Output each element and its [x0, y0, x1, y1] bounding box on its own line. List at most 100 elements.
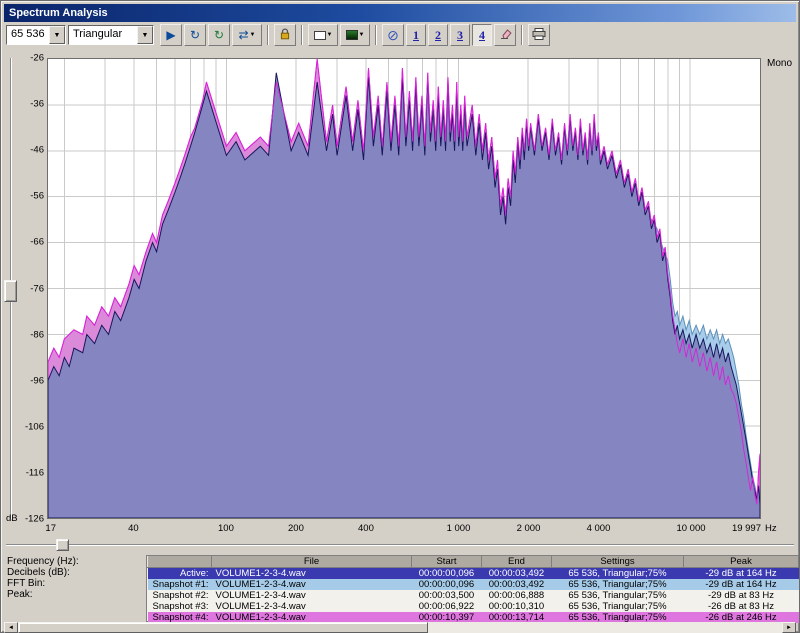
header-spacer: [147, 556, 212, 568]
refresh-button[interactable]: ↻: [184, 24, 206, 46]
row-label[interactable]: Snapshot #3:: [148, 601, 212, 612]
y-tick-label: -56: [30, 190, 44, 202]
cell-settings[interactable]: 65 536, Triangular;75%: [552, 568, 684, 580]
sync-options-button[interactable]: ⇄ ▼: [232, 24, 262, 46]
eraser-icon: [499, 28, 512, 42]
snapshot-1-button[interactable]: 1: [406, 24, 426, 46]
fft-size-dropdown-button[interactable]: ▼: [49, 26, 65, 44]
snapshot-1-label: 1: [413, 27, 419, 42]
cell-start[interactable]: 00:00:03,500: [412, 590, 482, 601]
cell-settings[interactable]: 65 536, Triangular;75%: [552, 590, 684, 601]
cell-file[interactable]: VOLUME1-2-3-4.wav: [212, 590, 412, 601]
cell-peak[interactable]: -26 dB at 83 Hz: [684, 601, 799, 612]
column-header: Start: [411, 556, 482, 568]
fft-size-combobox[interactable]: 65 536 ▼: [6, 25, 66, 45]
y-tick-label: -86: [30, 329, 44, 341]
auto-refresh-button[interactable]: ↻: [208, 24, 230, 46]
snapshot-4-button[interactable]: 4: [472, 24, 492, 46]
scroll-left-button[interactable]: ◄: [4, 622, 18, 633]
chevron-down-icon: ▼: [141, 31, 149, 39]
chart-area: -26 -36 -46 -56 -66 -76 -86 -96 -106 -116 -126 Mon…: [1, 47, 800, 539]
y-tick-label: -46: [30, 144, 44, 156]
cell-start[interactable]: 00:00:00,096: [412, 568, 482, 580]
snapshot-2-button[interactable]: 2: [428, 24, 448, 46]
scrollbar-thumb[interactable]: [18, 622, 428, 633]
x-tick-label: 17: [45, 523, 56, 534]
monitor-button[interactable]: ▶: [160, 24, 182, 46]
graph-type-button[interactable]: ▼: [308, 24, 338, 46]
x-tick-label: 1 000: [446, 523, 471, 534]
snapshot-3-button[interactable]: 3: [450, 24, 470, 46]
column-header: File: [211, 556, 412, 568]
title-bar[interactable]: Spectrum Analysis: [4, 4, 796, 22]
spectrum-analysis-window: Spectrum Analysis 65 536 ▼ Triangular ▼ …: [0, 0, 800, 633]
x-tick-label: 2 000: [516, 523, 541, 534]
bottom-scrollbar[interactable]: ◄ ►: [4, 622, 796, 633]
chevron-down-icon: ▼: [358, 32, 365, 38]
row-label[interactable]: Snapshot #2:: [148, 590, 212, 601]
chevron-down-icon: ▼: [249, 32, 256, 38]
y-tick-label: -116: [25, 467, 44, 479]
x-tick-label: 10 000: [676, 523, 706, 534]
column-header: End: [481, 556, 552, 568]
spectrum-svg: [48, 59, 760, 518]
cell-settings[interactable]: 65 536, Triangular;75%: [552, 601, 684, 612]
cell-peak[interactable]: -29 dB at 164 Hz: [684, 579, 799, 590]
hide-overlays-button[interactable]: ⊘: [382, 24, 404, 46]
cell-end[interactable]: 00:00:03,492: [482, 568, 552, 580]
print-button[interactable]: [528, 24, 550, 46]
toolbar-separator: [375, 25, 377, 45]
horizontal-zoom-slider[interactable]: [4, 538, 796, 552]
cell-start[interactable]: 00:00:00,096: [412, 579, 482, 590]
horizontal-slider-thumb[interactable]: [56, 539, 69, 551]
printer-icon: [532, 27, 546, 43]
cell-peak[interactable]: -29 dB at 164 Hz: [684, 568, 799, 580]
toolbar: 65 536 ▼ Triangular ▼ ▶ ↻ ↻ ⇄ ▼ ▼ ▼ ⊘ 1: [4, 22, 796, 48]
arrow-right-icon: ►: [786, 624, 792, 631]
row-label[interactable]: Snapshot #1:: [148, 579, 212, 590]
cell-start[interactable]: 00:00:06,922: [412, 601, 482, 612]
cell-end[interactable]: 00:00:03,492: [482, 579, 552, 590]
snapshot-2-label: 2: [435, 27, 441, 42]
table-row[interactable]: Snapshot #2: VOLUME1-2-3-4.wav 00:00:03,50…: [147, 590, 799, 601]
row-label[interactable]: Active:: [148, 568, 212, 580]
cell-end[interactable]: 00:00:06,888: [482, 590, 552, 601]
erase-snapshot-button[interactable]: [494, 24, 516, 46]
y-tick-label: -96: [30, 375, 44, 387]
y-axis-labels: -26 -36 -46 -56 -66 -76 -86 -96 -106 -116 -126: [15, 53, 44, 525]
table-row[interactable]: Active: VOLUME1-2-3-4.wav 00:00:00,096 00:0…: [147, 567, 799, 580]
scroll-right-button[interactable]: ►: [782, 622, 796, 633]
table-row[interactable]: Snapshot #1: VOLUME1-2-3-4.wav 00:00:00,09…: [147, 579, 799, 590]
graph-display-icon: [313, 30, 326, 40]
x-tick-label: 4 000: [586, 523, 611, 534]
arrow-left-icon: ◄: [8, 624, 14, 631]
lock-button[interactable]: [274, 24, 296, 46]
play-icon: ▶: [166, 28, 176, 42]
peak-readout-label: Peak:: [7, 589, 33, 600]
snapshot-table-body: Active: VOLUME1-2-3-4.wav 00:00:00,096 00:0…: [147, 567, 799, 623]
snapshot-3-label: 3: [457, 27, 463, 42]
y-tick-label: -26: [30, 52, 44, 64]
sync-arrows-icon: ⇄: [238, 28, 249, 42]
y-tick-label: -126: [24, 513, 44, 525]
cursor-readouts: Frequency (Hz): Decibels (dB): FFT Bin: …: [7, 556, 79, 600]
frequency-readout-label: Frequency (Hz):: [7, 556, 79, 567]
table-row[interactable]: Snapshot #3: VOLUME1-2-3-4.wav 00:00:06,92…: [147, 601, 799, 612]
cell-file[interactable]: VOLUME1-2-3-4.wav: [212, 601, 412, 612]
horizontal-slider-track[interactable]: [6, 544, 794, 546]
color-picker-button[interactable]: ▼: [340, 24, 370, 46]
cell-settings[interactable]: 65 536, Triangular;75%: [552, 579, 684, 590]
y-tick-label: -36: [30, 98, 44, 110]
spectrum-plot[interactable]: [47, 58, 761, 519]
cell-file[interactable]: VOLUME1-2-3-4.wav: [212, 568, 412, 580]
decibels-readout-label: Decibels (dB):: [7, 567, 70, 578]
y-tick-label: -66: [30, 236, 44, 248]
cell-file[interactable]: VOLUME1-2-3-4.wav: [212, 579, 412, 590]
cell-end[interactable]: 00:00:10,310: [482, 601, 552, 612]
window-type-combobox[interactable]: Triangular ▼: [68, 25, 154, 45]
window-type-dropdown-button[interactable]: ▼: [137, 26, 153, 44]
hz-axis-unit-label: Hz: [765, 523, 777, 534]
cell-peak[interactable]: -29 dB at 83 Hz: [684, 590, 799, 601]
chevron-down-icon: ▼: [53, 31, 61, 39]
window-type-value: Triangular: [69, 26, 137, 44]
